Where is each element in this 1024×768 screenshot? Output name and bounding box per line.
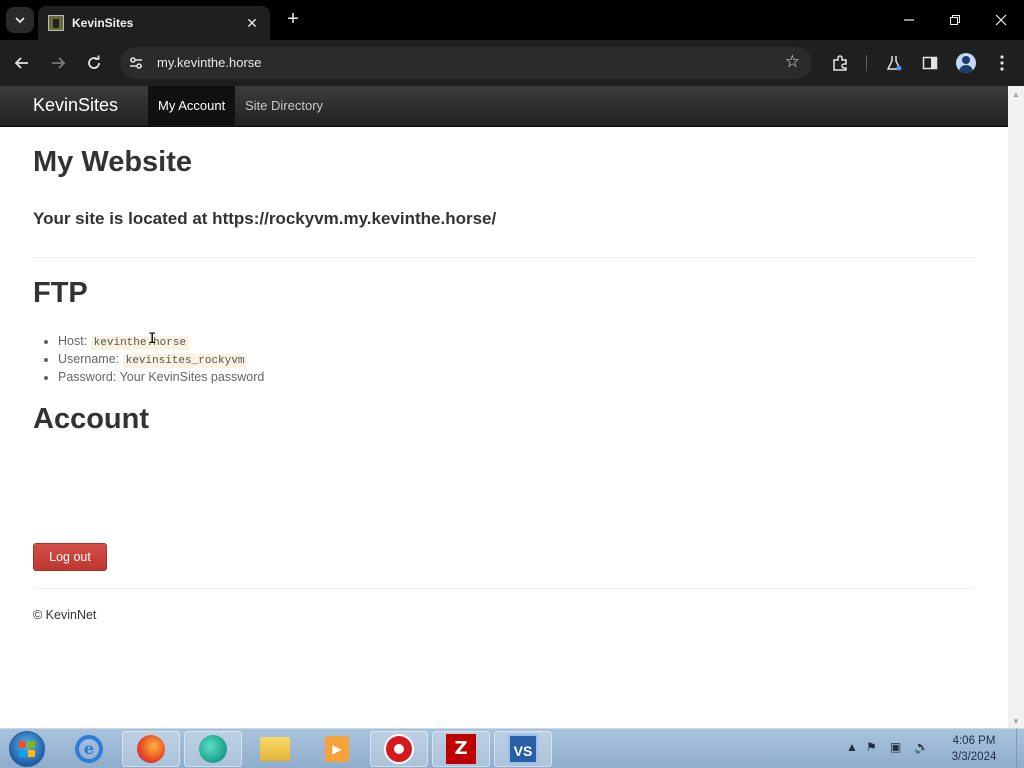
browser-toolbar: my.kevinthe.horse ☆ — [0, 40, 1024, 86]
nav-site-directory[interactable]: Site Directory — [235, 86, 333, 127]
ftp-password-value: Your KevinSites password — [119, 370, 265, 384]
arrow-left-icon — [14, 57, 28, 69]
reload-button[interactable] — [83, 52, 105, 74]
text-cursor-icon: I — [148, 331, 157, 347]
restore-window-button[interactable] — [944, 9, 966, 31]
close-icon — [995, 14, 1007, 26]
tab-search-button[interactable] — [6, 7, 34, 33]
logout-button[interactable]: Log out — [33, 543, 107, 571]
chevron-down-icon — [15, 17, 25, 24]
restore-icon — [950, 15, 960, 25]
scroll-down-arrow-icon[interactable]: ▼ — [1012, 717, 1020, 726]
side-panel-icon — [922, 56, 938, 70]
site-location-text: Your site is located at https://rockyvm.… — [33, 209, 497, 228]
browser-menu-button[interactable] — [991, 52, 1013, 74]
minimize-icon — [904, 19, 914, 21]
url-text[interactable]: my.kevinthe.horse — [157, 55, 262, 70]
page-scrollbar[interactable]: ▲ ▼ — [1008, 86, 1024, 728]
record-icon — [384, 734, 414, 764]
internet-explorer-icon: e — [75, 735, 103, 763]
taskbar-file-explorer[interactable] — [246, 731, 304, 767]
browser-tab-active[interactable]: KevinSites ✕ — [38, 6, 270, 40]
forward-button[interactable] — [47, 52, 69, 74]
clock-time: 4:06 PM — [952, 735, 996, 747]
site-info-icon[interactable] — [128, 55, 144, 71]
ftp-password-label: Password: — [58, 370, 117, 384]
extensions-button[interactable] — [829, 52, 851, 74]
network-icon[interactable]: ▣ — [890, 740, 901, 754]
ftp-password-item: Password: Your KevinSites password — [58, 368, 264, 386]
footer-copyright: © KevinNet — [33, 608, 97, 622]
firefox-icon — [137, 735, 165, 763]
site-navbar: KevinSites My Account Site Directory — [0, 86, 1008, 127]
show-desktop-button[interactable] — [1016, 729, 1024, 768]
taskbar-clock[interactable]: 4:06 PM 3/3/2024 — [936, 733, 1012, 765]
taskbar-edge[interactable] — [184, 731, 242, 767]
side-panel-button[interactable] — [919, 52, 941, 74]
tab-title: KevinSites — [72, 16, 134, 30]
ftp-details-list: Host: kevinthe.horse Username: kevinsite… — [58, 332, 264, 386]
site-favicon-icon — [48, 15, 64, 31]
taskbar-internet-explorer[interactable]: e — [60, 731, 118, 767]
taskbar-media-player[interactable]: ▶ — [308, 731, 366, 767]
page-viewport: KevinSites My Account Site Directory My … — [0, 86, 1008, 728]
browser-titlebar: KevinSites ✕ + — [0, 0, 1024, 40]
reload-icon — [88, 55, 100, 69]
windows-logo-icon — [19, 741, 35, 757]
nav-my-account[interactable]: My Account — [148, 86, 236, 127]
media-player-icon: ▶ — [325, 736, 349, 762]
close-window-button[interactable] — [990, 9, 1012, 31]
profile-avatar-icon[interactable] — [956, 53, 976, 73]
footer-divider — [33, 588, 975, 589]
scroll-up-arrow-icon[interactable]: ▲ — [1012, 90, 1020, 99]
more-vertical-icon — [1000, 55, 1004, 71]
taskbar-firefox[interactable] — [122, 731, 180, 767]
address-bar[interactable]: my.kevinthe.horse ☆ — [120, 47, 812, 79]
clock-date: 3/3/2024 — [951, 751, 997, 763]
bookmark-star-icon[interactable]: ☆ — [785, 52, 800, 72]
back-button[interactable] — [11, 52, 33, 74]
ftp-heading: FTP — [33, 277, 88, 309]
filezilla-icon: Z — [446, 734, 476, 764]
ftp-username-label: Username: — [58, 352, 120, 366]
ftp-username-value: kevinsites_rockyvm — [122, 354, 248, 368]
windows-taskbar: e ▶ Z VS ▲ ⚑ ▣ 🔈 4:06 PM 3/3/2024 — [0, 728, 1024, 768]
flask-icon — [886, 56, 902, 71]
taskbar-recorder[interactable] — [370, 731, 428, 767]
close-tab-icon[interactable]: ✕ — [244, 15, 260, 32]
ftp-host-item: Host: kevinthe.horse — [58, 332, 264, 350]
ftp-username-item: Username: kevinsites_rockyvm — [58, 350, 264, 368]
folder-icon — [260, 737, 290, 761]
new-tab-button[interactable]: + — [282, 9, 304, 31]
page-title: My Website — [33, 146, 193, 178]
start-button[interactable] — [9, 731, 45, 767]
section-divider — [33, 257, 975, 258]
site-brand-link[interactable]: KevinSites — [33, 95, 118, 116]
volume-muted-icon[interactable]: 🔈 — [914, 740, 929, 754]
arrow-right-icon — [52, 57, 66, 69]
visual-studio-icon: VS — [508, 734, 538, 764]
action-center-flag-icon[interactable]: ⚑ — [866, 740, 877, 754]
edge-icon — [199, 735, 227, 763]
minimize-window-button[interactable] — [898, 9, 920, 31]
toolbar-divider — [866, 55, 867, 71]
taskbar-visual-studio[interactable]: VS — [494, 731, 552, 767]
ftp-host-value: kevinthe.horse — [90, 336, 190, 350]
ftp-host-label: Host: — [58, 334, 88, 348]
account-heading: Account — [33, 403, 149, 435]
puzzle-icon — [833, 55, 847, 71]
taskbar-filezilla[interactable]: Z — [432, 731, 490, 767]
labs-button[interactable] — [883, 52, 905, 74]
show-hidden-icons-button[interactable]: ▲ — [846, 740, 858, 754]
